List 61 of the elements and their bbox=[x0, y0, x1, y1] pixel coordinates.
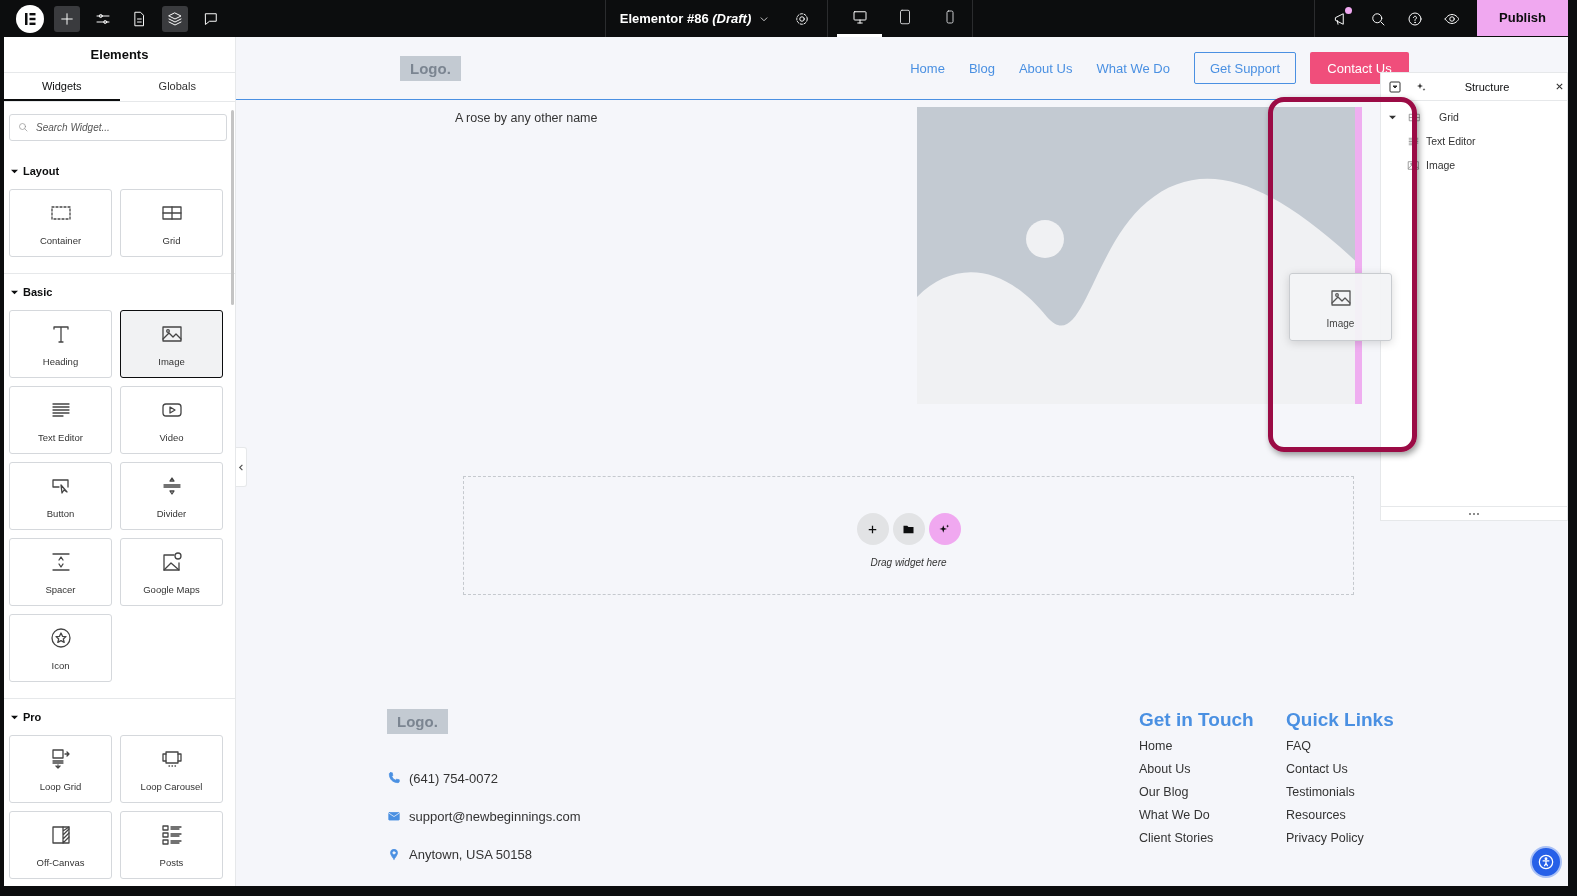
footer-link[interactable]: Testimonials bbox=[1286, 785, 1433, 808]
widget-card[interactable]: Icon bbox=[9, 614, 112, 682]
document-title[interactable]: Elementor #86 (Draft) bbox=[619, 11, 772, 26]
footer-link[interactable]: Client Stories bbox=[1139, 831, 1286, 854]
widget-label: Off-Canvas bbox=[36, 856, 85, 868]
widget-label: Spacer bbox=[45, 583, 76, 595]
widget-card[interactable]: Video bbox=[120, 386, 223, 454]
drag-label: Image bbox=[1326, 317, 1355, 329]
widget-label: Google Maps bbox=[143, 583, 200, 595]
widget-label: Loop Carousel bbox=[140, 780, 203, 792]
search-field[interactable]: Search Widget... bbox=[9, 114, 227, 141]
footer-link[interactable]: Resources bbox=[1286, 808, 1433, 831]
contact-text: Anytown, USA 50158 bbox=[409, 846, 532, 862]
drop-hint: Drag widget here bbox=[870, 557, 947, 568]
section-header[interactable]: Basic bbox=[4, 286, 60, 298]
tree-item[interactable]: Grid bbox=[1381, 105, 1567, 129]
widget-label: Heading bbox=[42, 355, 79, 367]
structure-title: Structure bbox=[1463, 80, 1511, 93]
widget-card[interactable]: Container bbox=[9, 189, 112, 257]
widget-card[interactable]: Off-Canvas bbox=[9, 811, 112, 879]
contact-text: support@newbeginnings.com bbox=[409, 808, 581, 824]
widget-card[interactable]: Google Maps bbox=[120, 538, 223, 606]
footer-link[interactable]: Contact Us bbox=[1286, 762, 1433, 785]
widget-card[interactable]: Grid bbox=[120, 189, 223, 257]
panel-title: Elements bbox=[4, 37, 235, 73]
section-header[interactable]: Pro bbox=[4, 711, 49, 723]
widget-label: Loop Grid bbox=[39, 780, 82, 792]
panel-tab[interactable]: Globals bbox=[119, 73, 235, 101]
widget-label: Posts bbox=[159, 856, 184, 868]
footer-link[interactable]: Our Blog bbox=[1139, 785, 1286, 808]
widget-label: Image bbox=[158, 355, 185, 367]
widget-card[interactable]: Loop Carousel bbox=[120, 735, 223, 803]
widget-card[interactable]: Posts bbox=[120, 811, 223, 879]
widget-label: Divider bbox=[156, 507, 187, 519]
widget-label: Button bbox=[46, 507, 75, 519]
publish-button[interactable]: Publish bbox=[1477, 0, 1568, 36]
footer-heading: Get in Touch bbox=[1139, 709, 1255, 731]
widget-card[interactable]: Spacer bbox=[9, 538, 112, 606]
widget-card[interactable]: Heading bbox=[9, 310, 112, 378]
contact-text: (641) 754-0072 bbox=[409, 770, 498, 786]
widget-card[interactable]: Divider bbox=[120, 462, 223, 530]
footer-link[interactable]: What We Do bbox=[1139, 808, 1286, 831]
tree-item[interactable]: Image bbox=[1381, 153, 1567, 177]
footer-link[interactable]: About Us bbox=[1139, 762, 1286, 785]
widget-card[interactable]: Text Editor bbox=[9, 386, 112, 454]
widget-card[interactable]: Button bbox=[9, 462, 112, 530]
footer-link[interactable]: Privacy Policy bbox=[1286, 831, 1433, 854]
widget-card[interactable]: Image bbox=[120, 310, 223, 378]
widget-label: Grid bbox=[162, 234, 181, 246]
paragraph-text: A rose by any other name bbox=[455, 111, 599, 127]
panel-tab[interactable]: Widgets bbox=[4, 73, 120, 101]
footer-link[interactable]: FAQ bbox=[1286, 739, 1433, 762]
tree-item[interactable]: Text Editor bbox=[1381, 129, 1567, 153]
widget-label: Container bbox=[39, 234, 82, 246]
widget-label: Text Editor bbox=[38, 431, 83, 443]
widget-label: Icon bbox=[51, 659, 70, 671]
footer-heading: Quick Links bbox=[1286, 709, 1395, 731]
section-header[interactable]: Layout bbox=[4, 165, 67, 177]
widget-card[interactable]: Loop Grid bbox=[9, 735, 112, 803]
footer-link[interactable]: Home bbox=[1139, 739, 1286, 762]
widget-label: Video bbox=[159, 431, 184, 443]
